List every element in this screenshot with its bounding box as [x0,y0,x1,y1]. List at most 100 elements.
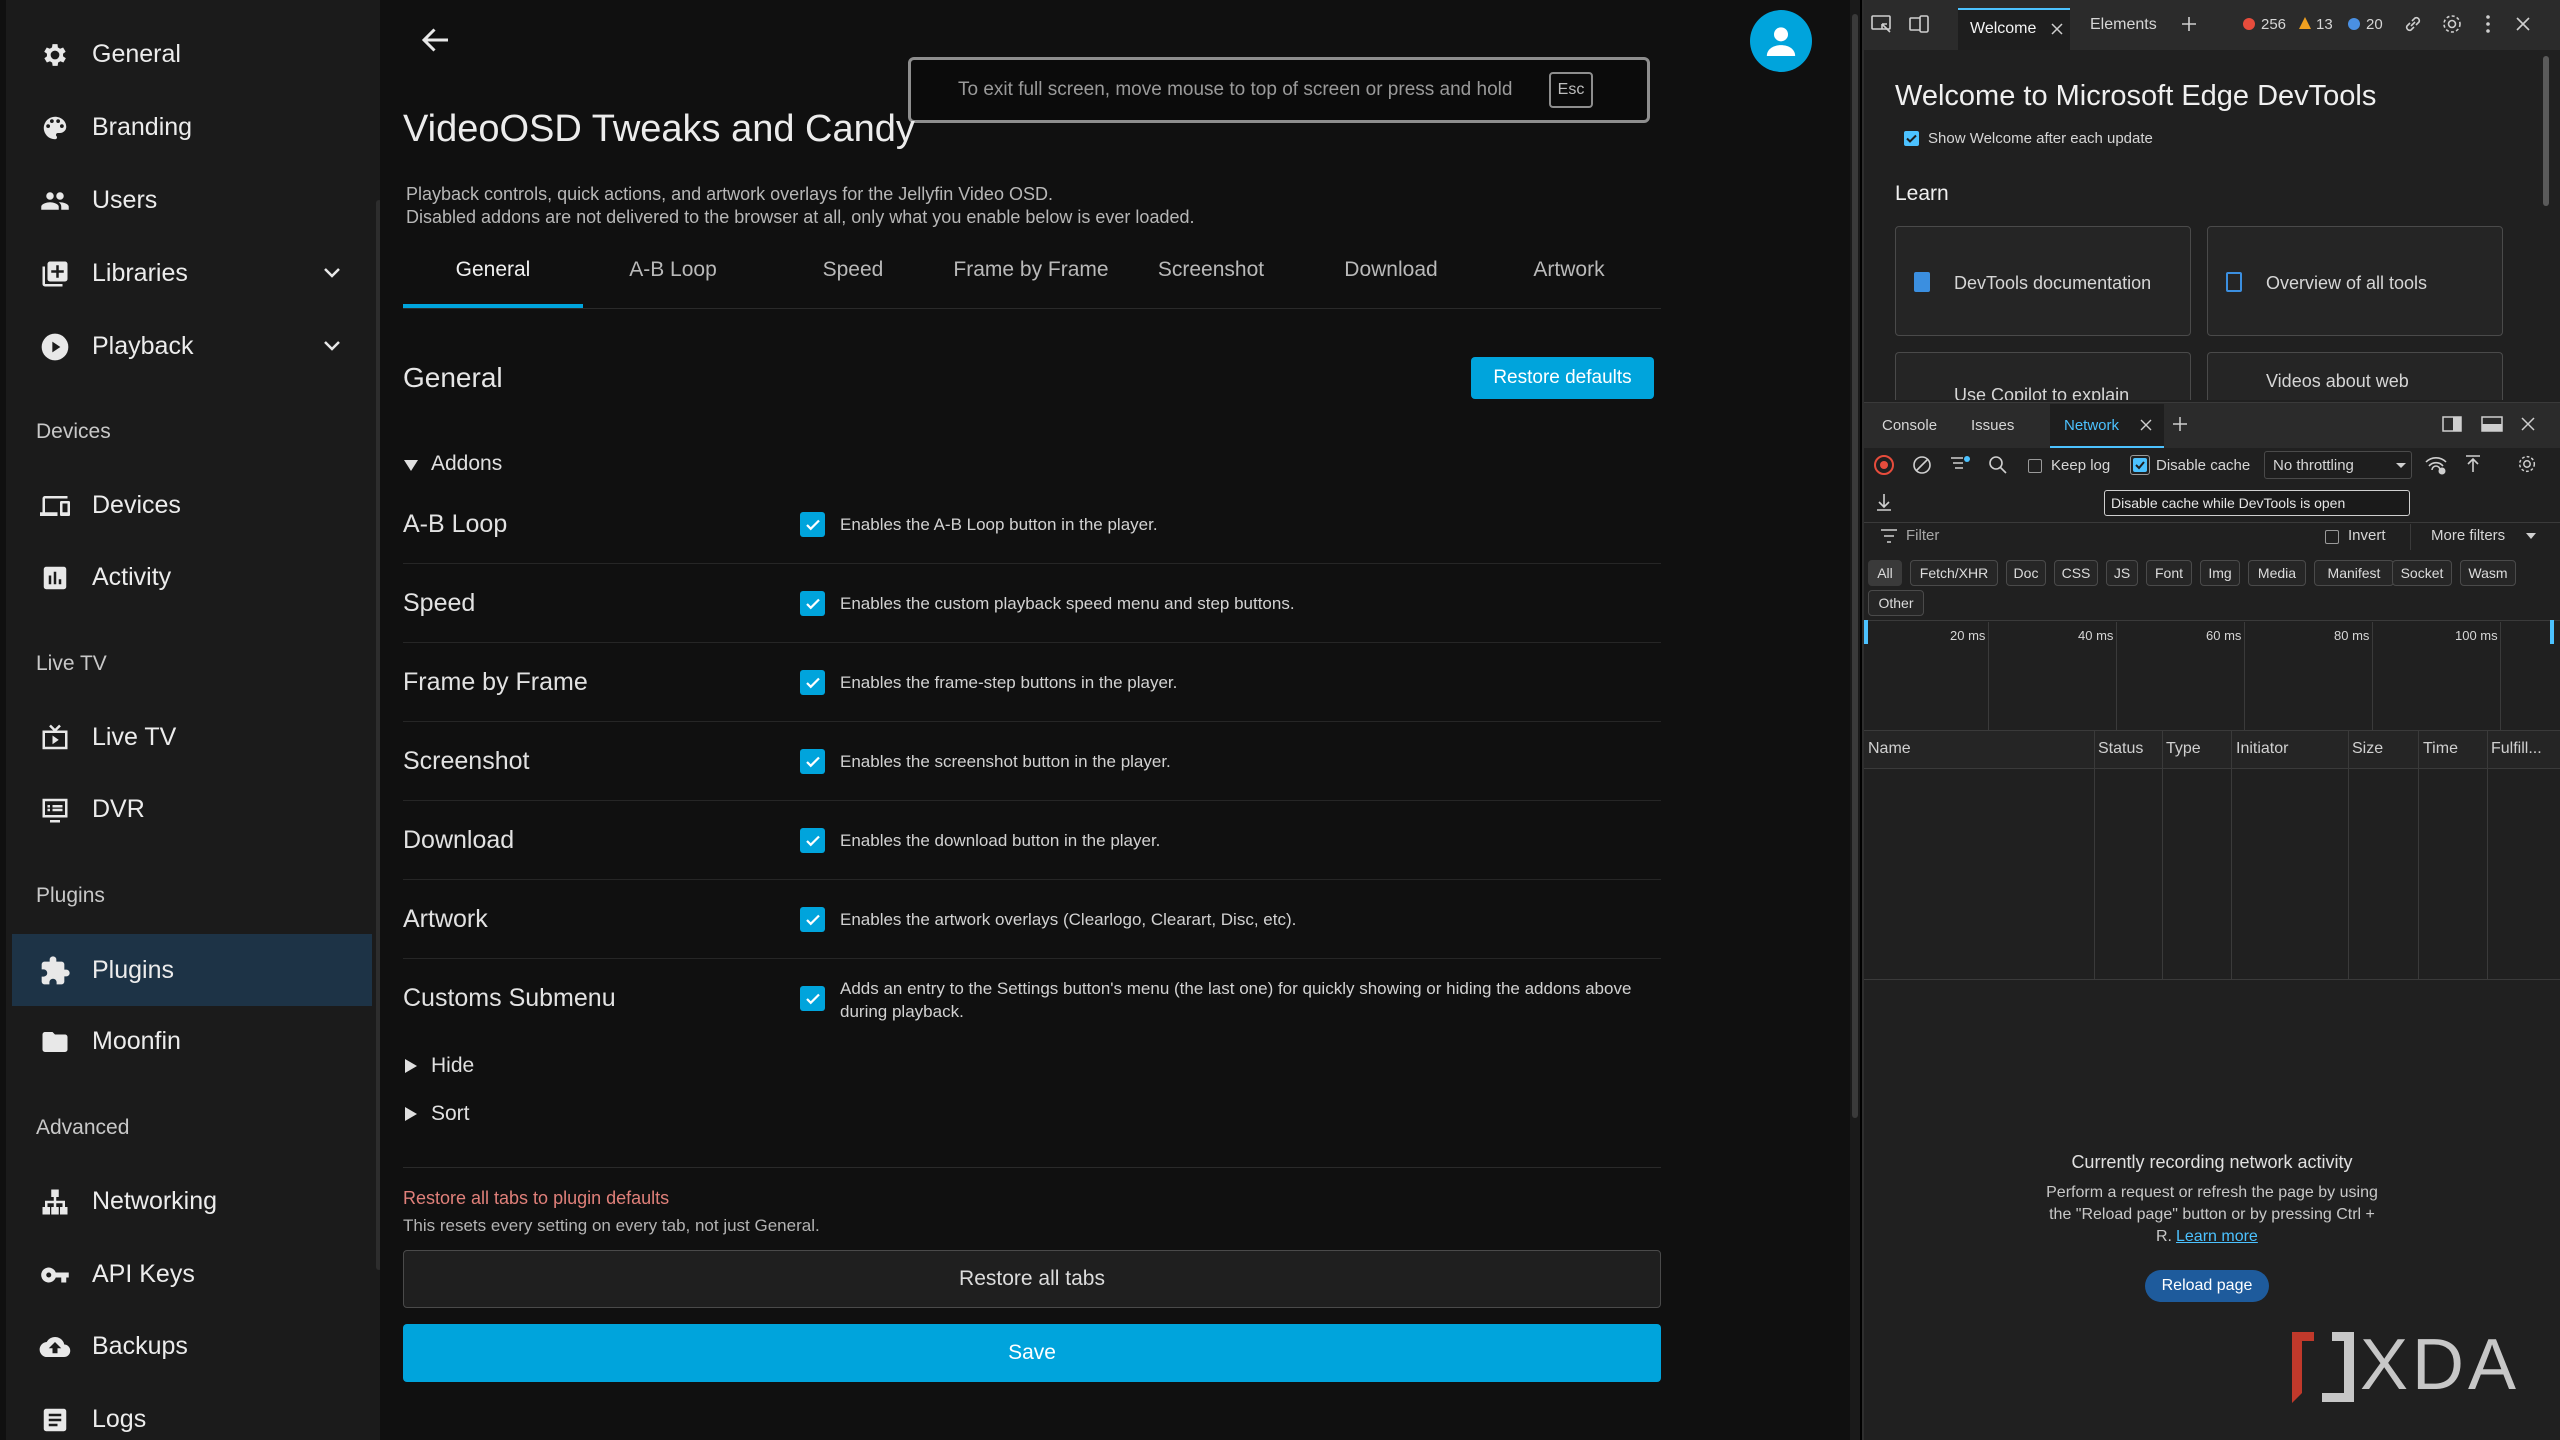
column-initiator[interactable]: Initiator [2236,740,2288,758]
sidebar-item-plugins[interactable]: Plugins [12,934,372,1006]
disable-cache-checkbox-frame[interactable] [2130,455,2150,475]
chevron-down-icon[interactable] [320,261,344,285]
devtools-tab-elements[interactable]: Elements [2090,16,2157,34]
invert-checkbox[interactable] [2325,530,2339,544]
chip-img[interactable]: Img [2200,560,2240,586]
addon-checkbox-artwork[interactable] [800,907,825,932]
sidebar-item-api-keys[interactable]: API Keys [12,1242,372,1306]
dock-side-icon[interactable] [2442,416,2462,432]
devtools-tab-welcome[interactable]: Welcome [1958,8,2070,50]
restore-defaults-button[interactable]: Restore defaults [1471,357,1654,399]
chip-wasm[interactable]: Wasm [2460,560,2516,586]
column-size[interactable]: Size [2352,740,2383,758]
show-welcome-checkbox[interactable] [1904,131,1919,146]
sidebar-item-branding[interactable]: Branding [12,95,372,159]
addon-checkbox-screenshot[interactable] [800,749,825,774]
learn-more-link[interactable]: Learn more [2176,1228,2258,1246]
drawer-tab-issues[interactable]: Issues [1971,417,2014,434]
keep-log-checkbox[interactable] [2028,459,2042,473]
export-har-icon[interactable] [1874,492,1894,512]
sidebar-item-logs[interactable]: Logs [12,1387,372,1440]
reload-page-button[interactable]: Reload page [2145,1270,2269,1302]
settings-gear-icon[interactable] [2440,12,2464,36]
add-drawer-tab-icon[interactable] [2172,416,2188,432]
chip-media[interactable]: Media [2248,560,2306,586]
chip-js[interactable]: JS [2106,560,2138,586]
search-icon[interactable] [1988,455,2008,475]
chip-css[interactable]: CSS [2054,560,2098,586]
filter-input[interactable]: Filter [1906,527,1939,544]
more-filters-button[interactable]: More filters [2431,527,2505,544]
restore-all-tabs-button[interactable]: Restore all tabs [403,1250,1661,1308]
tab-speed[interactable]: Speed [763,258,943,308]
card-videos[interactable]: Videos about web [2207,352,2503,400]
column-type[interactable]: Type [2166,740,2201,758]
filter-settings-icon[interactable] [1950,454,1972,474]
sidebar-item-playback[interactable]: Playback [12,314,372,378]
chip-socket[interactable]: Socket [2392,560,2452,586]
tab-screenshot[interactable]: Screenshot [1121,258,1301,308]
addon-checkbox-speed[interactable] [800,591,825,616]
close-drawer-icon[interactable] [2520,416,2536,432]
card-overview-tools[interactable]: Overview of all tools [2207,226,2503,336]
close-icon[interactable] [2050,22,2064,36]
sidebar-item-moonfin[interactable]: Moonfin [12,1009,372,1073]
throttling-select[interactable]: No throttling [2264,451,2412,479]
info-count[interactable]: 20 [2366,16,2383,33]
tab-frame-by-frame[interactable]: Frame by Frame [941,258,1121,308]
sidebar-item-dvr[interactable]: DVR [12,777,372,841]
card-copilot-explain[interactable]: Use Copilot to explain [1895,352,2191,400]
column-fulfilled[interactable]: Fulfill... [2491,740,2542,758]
link-icon[interactable] [2402,13,2424,35]
column-time[interactable]: Time [2423,740,2458,758]
sidebar-item-devices[interactable]: Devices [12,473,372,537]
welcome-scrollbar[interactable] [2543,56,2549,206]
chip-doc[interactable]: Doc [2006,560,2046,586]
chip-fetch-xhr[interactable]: Fetch/XHR [1910,560,1998,586]
addon-checkbox-frame-by-frame[interactable] [800,670,825,695]
disable-cache-checkbox[interactable] [2133,458,2147,472]
tab-ab-loop[interactable]: A-B Loop [583,258,763,308]
hide-toggle-label[interactable]: Hide [431,1054,474,1078]
clear-icon[interactable] [1912,455,1932,475]
sidebar-item-general[interactable]: General [12,22,372,86]
device-emulation-icon[interactable] [1908,14,1932,36]
chip-manifest[interactable]: Manifest [2314,560,2394,586]
sort-toggle-label[interactable]: Sort [431,1102,470,1126]
tab-download[interactable]: Download [1301,258,1481,308]
main-scrollbar-thumb[interactable] [1852,14,1858,1118]
addon-checkbox-ab-loop[interactable] [800,512,825,537]
addon-checkbox-download[interactable] [800,828,825,853]
addon-checkbox-customs-submenu[interactable] [800,986,825,1011]
timeline-handle-left[interactable] [1864,620,1868,644]
main-scrollbar[interactable] [1850,0,1860,1440]
add-tab-icon[interactable] [2180,15,2198,33]
addons-toggle-label[interactable]: Addons [431,452,502,476]
close-devtools-icon[interactable] [2515,16,2531,32]
triangle-right-icon[interactable] [404,1106,418,1122]
user-avatar[interactable] [1750,10,1812,72]
chip-all[interactable]: All [1868,560,1902,586]
chip-font[interactable]: Font [2146,560,2192,586]
triangle-right-icon[interactable] [404,1058,418,1074]
column-name[interactable]: Name [1868,740,1911,758]
sidebar-item-networking[interactable]: Networking [12,1169,372,1233]
back-arrow-icon[interactable] [418,22,454,58]
import-har-icon[interactable] [2463,454,2483,474]
sidebar-item-users[interactable]: Users [12,168,372,232]
warning-count[interactable]: 13 [2316,16,2333,33]
close-icon[interactable] [2140,419,2152,431]
tab-general[interactable]: General [403,258,583,308]
chip-other[interactable]: Other [1868,590,1924,616]
column-status[interactable]: Status [2098,740,2143,758]
sidebar-item-libraries[interactable]: Libraries [12,241,372,305]
timeline-handle-right[interactable] [2550,620,2554,644]
drawer-tab-network[interactable]: Network [2050,404,2164,448]
record-icon[interactable] [1874,455,1894,475]
sidebar-item-live-tv[interactable]: Live TV [12,705,372,769]
save-button[interactable]: Save [403,1324,1661,1382]
sidebar-item-activity[interactable]: Activity [12,545,372,609]
inspect-device-icon[interactable] [1870,14,1894,36]
network-settings-icon[interactable] [2516,453,2538,475]
card-devtools-docs[interactable]: DevTools documentation [1895,226,2191,336]
